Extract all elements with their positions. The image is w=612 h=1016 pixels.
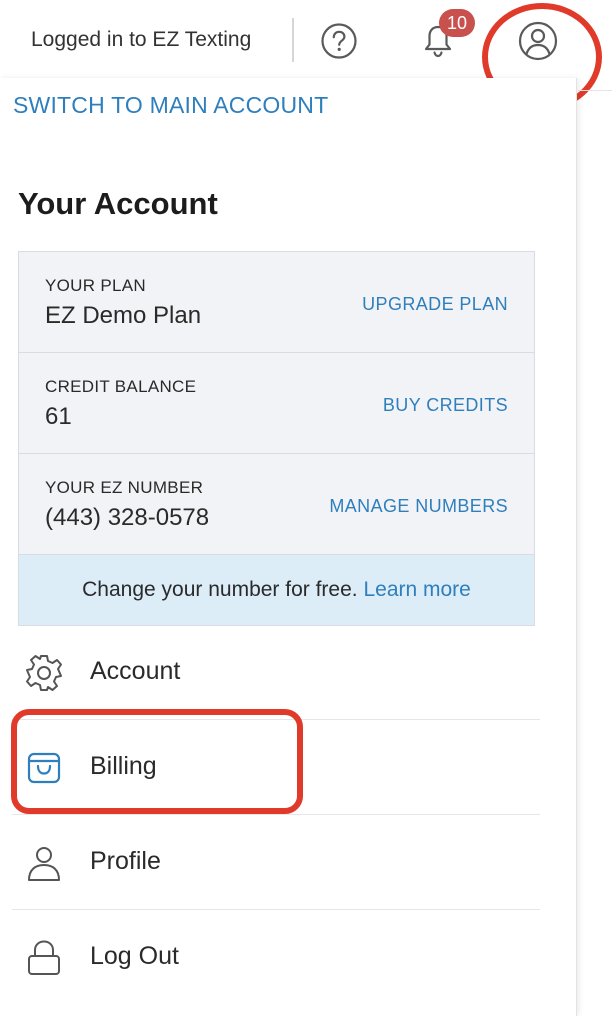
- menu-item-billing-label: Billing: [90, 752, 157, 780]
- user-circle-icon[interactable]: [517, 20, 559, 62]
- switch-to-main-account-link[interactable]: SWITCH TO MAIN ACCOUNT: [13, 92, 328, 119]
- menu-item-account-label: Account: [90, 657, 181, 685]
- account-dropdown-panel: SWITCH TO MAIN ACCOUNT Your Account YOUR…: [0, 78, 577, 1016]
- header-bottom-border: [578, 90, 612, 91]
- topbar-divider: [292, 18, 294, 62]
- person-icon: [28, 847, 60, 881]
- credit-balance-label: CREDIT BALANCE: [45, 377, 197, 396]
- menu-item-profile-label: Profile: [90, 847, 161, 875]
- menu-item-billing[interactable]: Billing: [12, 720, 540, 815]
- ez-number-value: (443) 328-0578: [45, 504, 210, 531]
- plan-label: YOUR PLAN: [45, 276, 146, 295]
- menu-item-log-out-label: Log Out: [90, 942, 179, 970]
- notification-count-badge: 10: [439, 9, 475, 37]
- lock-icon: [28, 940, 60, 975]
- menu-item-account[interactable]: Account: [12, 625, 540, 720]
- buy-credits-link[interactable]: BUY CREDITS: [383, 395, 508, 416]
- top-bar: Logged in to EZ Texting 10: [0, 0, 612, 111]
- change-number-info-text: Change your number for free.: [82, 578, 358, 601]
- account-menu: Account Billing Profile Log Out: [12, 625, 540, 1005]
- ez-number-label: YOUR EZ NUMBER: [45, 478, 204, 497]
- account-title: Your Account: [18, 186, 218, 221]
- menu-item-profile[interactable]: Profile: [12, 815, 540, 910]
- shopping-bag-icon: [27, 752, 61, 784]
- menu-item-log-out[interactable]: Log Out: [12, 910, 540, 1005]
- credit-balance-value: 61: [45, 403, 72, 430]
- upgrade-plan-link[interactable]: UPGRADE PLAN: [362, 294, 508, 315]
- ez-number-row: YOUR EZ NUMBER (443) 328-0578 MANAGE NUM…: [19, 454, 534, 555]
- plan-row: YOUR PLAN EZ Demo Plan UPGRADE PLAN: [19, 252, 534, 353]
- login-status-text: Logged in to EZ Texting: [31, 28, 252, 51]
- account-summary-card: YOUR PLAN EZ Demo Plan UPGRADE PLAN CRED…: [18, 251, 535, 626]
- change-number-info-banner: Change your number for free. Learn more: [19, 555, 534, 625]
- plan-value: EZ Demo Plan: [45, 302, 202, 329]
- learn-more-link[interactable]: Learn more: [363, 578, 470, 601]
- gear-icon: [26, 655, 62, 691]
- help-circle-icon[interactable]: [320, 22, 358, 60]
- manage-numbers-link[interactable]: MANAGE NUMBERS: [329, 496, 508, 517]
- credit-balance-row: CREDIT BALANCE 61 BUY CREDITS: [19, 353, 534, 454]
